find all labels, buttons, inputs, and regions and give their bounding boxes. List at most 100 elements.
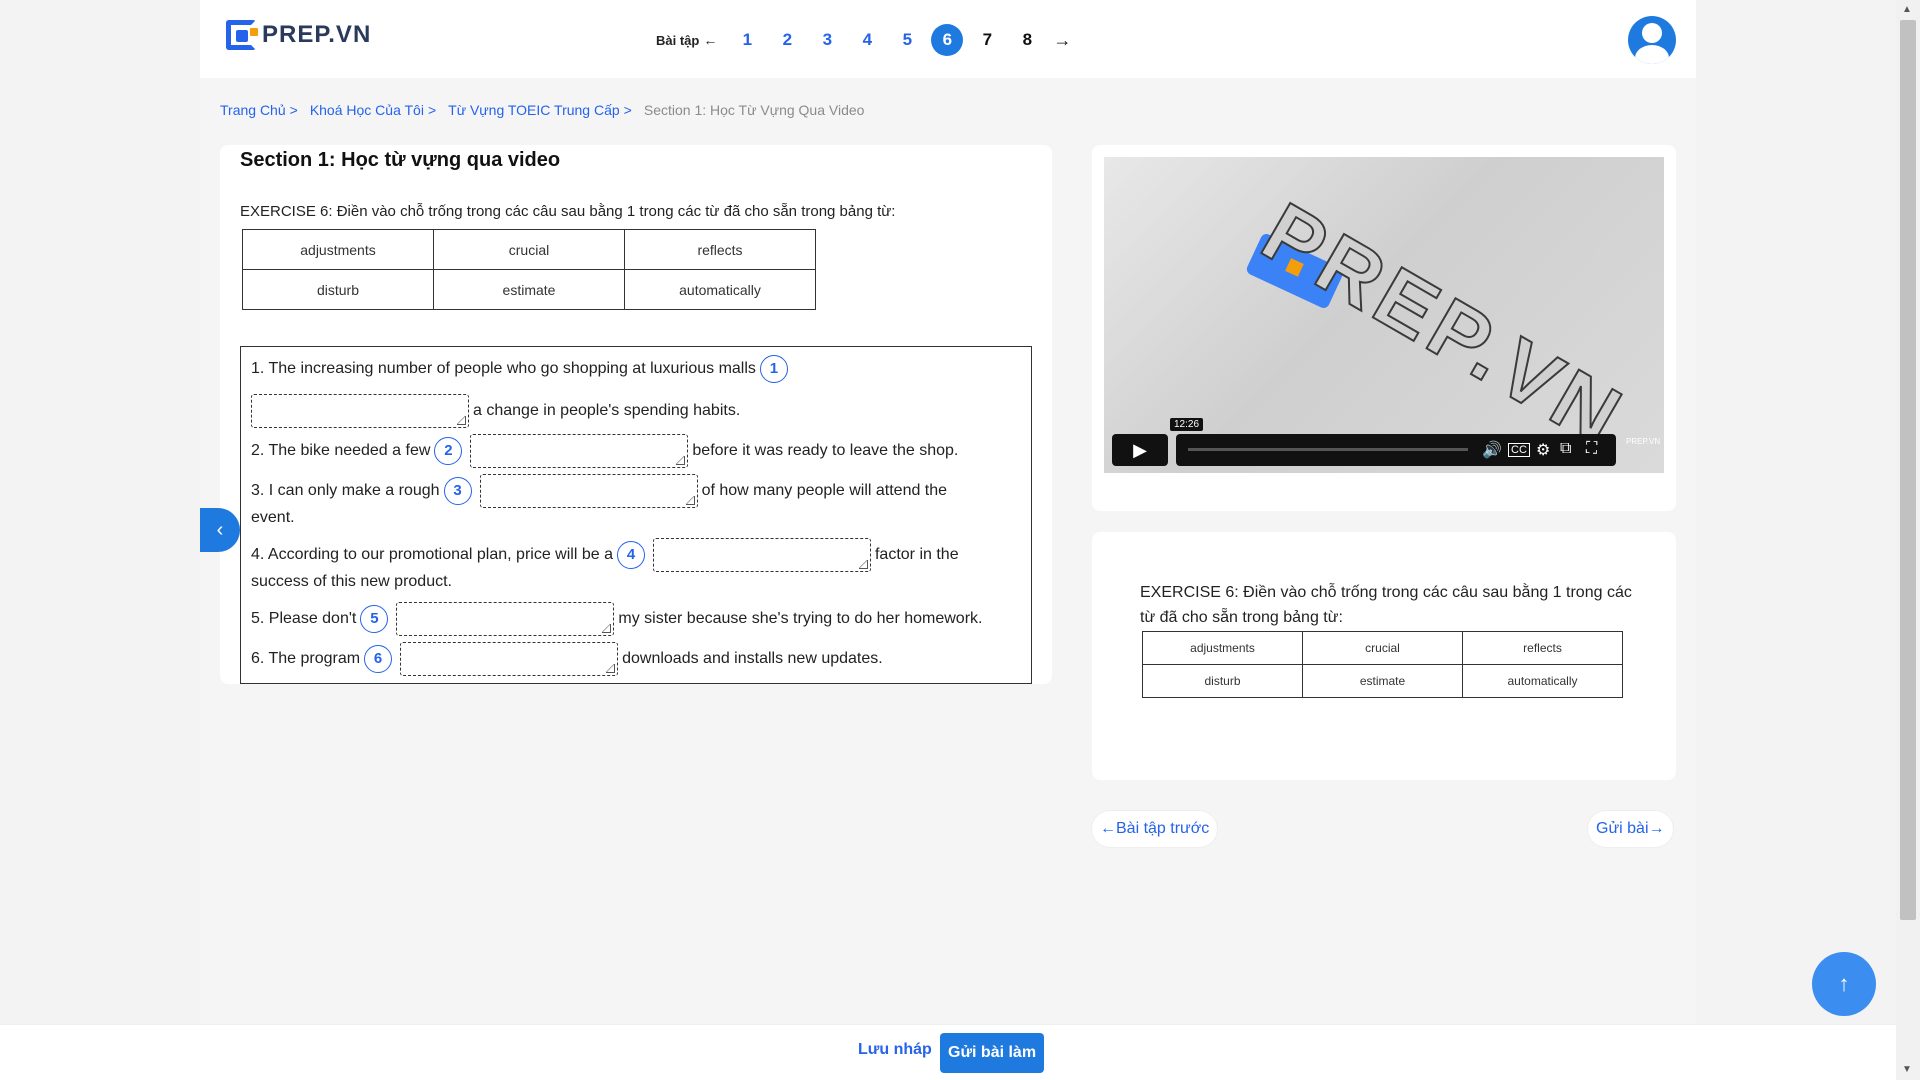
video-card: PREP.VN 12:26 ▶ 🔊 CC ⚙ ⧉ ⛶ PREP.VN (1092, 145, 1676, 511)
exercise-nav-3[interactable]: 3 (811, 24, 843, 56)
answer-blank-3[interactable] (479, 474, 698, 508)
breadcrumb-course[interactable]: Từ Vựng TOEIC Trung Cấp (448, 102, 620, 118)
word-bank-cell: crucial (1302, 631, 1463, 665)
question-text: my sister because she's trying to do her… (618, 610, 983, 627)
exercise-preview-card: EXERCISE 6: Điền vào chỗ trống trong các… (1092, 532, 1676, 780)
exercise-nav-6[interactable]: 6 (931, 24, 964, 56)
question-text: 3. I can only make a rough (251, 482, 440, 499)
logo[interactable]: PREP.VN (226, 20, 371, 50)
question-6: 6. The program 6 downloads and installs … (251, 642, 883, 676)
question-4-cont: success of this new product. (251, 570, 452, 594)
captions-icon[interactable]: CC (1508, 443, 1530, 457)
answer-blank-2[interactable] (470, 434, 689, 468)
exercise-nav: Bài tập ← 1 2 3 4 5 6 7 8 → (656, 24, 1071, 56)
word-bank-cell: crucial (433, 229, 625, 270)
page: PREP.VN Bài tập ← 1 2 3 4 5 6 7 8 → Tran… (200, 0, 1696, 1024)
exercise-instructions: EXERCISE 6: Điền vào chỗ trống trong các… (1140, 584, 1632, 626)
question-text: of how many people will attend the (701, 482, 948, 499)
exercise-nav-next-arrow[interactable]: → (1053, 30, 1071, 51)
word-bank-cell: automatically (1462, 664, 1623, 698)
breadcrumb-my-courses[interactable]: Khoá Học Của Tôi (310, 102, 424, 118)
question-number-badge: 2 (434, 437, 463, 465)
exercise-nav-5[interactable]: 5 (891, 24, 923, 56)
question-text: 6. The program (251, 650, 361, 667)
word-bank-cell: disturb (1142, 664, 1303, 698)
question-number-badge: 4 (616, 541, 645, 569)
logo-icon (226, 20, 258, 50)
scroll-up-icon[interactable]: ▲ (1902, 4, 1912, 15)
settings-gear-icon[interactable]: ⚙ (1536, 440, 1550, 460)
scrollbar-thumb[interactable] (1900, 20, 1916, 920)
question-text: before it was ready to leave the shop. (692, 442, 959, 459)
word-bank-cell: adjustments (1142, 631, 1303, 665)
question-text: 5. Please don't (251, 610, 357, 627)
question-3-cont: event. (251, 506, 295, 530)
question-1-cont: a change in people's spending habits. (251, 394, 740, 428)
save-draft-button[interactable]: Lưu nháp (858, 1041, 932, 1059)
exercise-nav-prev-arrow[interactable]: ← (703, 32, 717, 48)
question-1: 1. The increasing number of people who g… (251, 355, 792, 383)
breadcrumb-separator: > (623, 102, 632, 118)
word-bank-cell: reflects (1462, 631, 1623, 665)
question-text: factor in the (874, 546, 959, 563)
exercise-nav-7[interactable]: 7 (971, 24, 1003, 56)
question-text: 1. The increasing number of people who g… (251, 360, 756, 377)
video-player[interactable]: PREP.VN 12:26 ▶ 🔊 CC ⚙ ⧉ ⛶ PREP.VN (1104, 157, 1664, 473)
word-bank-cell: estimate (433, 269, 625, 310)
answer-blank-1[interactable] (251, 394, 469, 428)
question-number-badge: 5 (360, 605, 389, 633)
questions-box: 1. The increasing number of people who g… (240, 346, 1032, 684)
exercise-nav-2[interactable]: 2 (771, 24, 803, 56)
word-bank-cell: adjustments (242, 229, 434, 270)
previous-exercise-button[interactable]: ←Bài tập trước (1092, 811, 1218, 847)
question-2: 2. The bike needed a few 2 before it was… (251, 434, 958, 468)
question-3: 3. I can only make a rough 3 of how many… (251, 474, 947, 508)
word-bank-cell: reflects (624, 229, 816, 270)
question-number-badge: 3 (443, 477, 472, 505)
exercise-nav-8[interactable]: 8 (1011, 24, 1043, 56)
breadcrumb-current: Section 1: Học Từ Vựng Qua Video (643, 102, 865, 118)
question-text: a change in people's spending habits. (473, 402, 741, 419)
user-avatar-icon[interactable] (1628, 16, 1676, 64)
top-bar: PREP.VN Bài tập ← 1 2 3 4 5 6 7 8 → (200, 0, 1696, 78)
question-text: downloads and installs new updates. (622, 650, 883, 667)
scroll-down-icon[interactable]: ▼ (1902, 1064, 1912, 1075)
word-bank-cell: disturb (242, 269, 434, 310)
fullscreen-icon[interactable]: ⛶ (1586, 440, 1597, 458)
play-icon[interactable]: ▶ (1112, 434, 1168, 466)
exercise-nav-4[interactable]: 4 (851, 24, 883, 56)
exercise-nav-1[interactable]: 1 (731, 24, 763, 56)
volume-icon[interactable]: 🔊 (1482, 440, 1502, 460)
breadcrumb-home[interactable]: Trang Chủ (220, 102, 286, 118)
video-controls: 🔊 CC ⚙ ⧉ ⛶ (1176, 434, 1616, 466)
exercise-card: Section 1: Học từ vựng qua video EXERCIS… (220, 145, 1052, 684)
arrow-up-icon[interactable]: ↑ (1812, 952, 1876, 1016)
question-4: 4. According to our promotional plan, pr… (251, 538, 959, 572)
question-5: 5. Please don't 5 my sister because she'… (251, 602, 982, 636)
exercise-instructions: EXERCISE 6: Điền vào chỗ trống trong các… (240, 203, 896, 220)
video-progress-bar[interactable] (1188, 448, 1468, 451)
page-scrollbar[interactable]: ▲ ▼ (1896, 0, 1920, 1080)
question-number-badge: 6 (364, 645, 393, 673)
breadcrumb-separator: > (427, 102, 437, 118)
pip-icon[interactable]: ⧉ (1560, 440, 1571, 458)
question-text: success of this new product. (251, 573, 452, 590)
bottom-action-bar: Lưu nháp Gửi bài làm (0, 1024, 1896, 1080)
answer-blank-4[interactable] (652, 538, 871, 572)
logo-text: PREP.VN (262, 21, 372, 48)
answer-blank-6[interactable] (400, 642, 619, 676)
section-title: Section 1: Học từ vựng qua video (240, 149, 561, 171)
video-corner-logo: PREP.VN (1626, 437, 1661, 446)
exercise-nav-label: Bài tập (656, 32, 700, 48)
submit-work-button[interactable]: Gửi bài làm (940, 1033, 1045, 1073)
video-time-tooltip: 12:26 (1170, 418, 1204, 431)
question-text: 2. The bike needed a few (251, 442, 431, 459)
breadcrumb-separator: > (289, 102, 298, 118)
word-bank-table: adjustments crucial reflects disturb est… (242, 229, 816, 310)
submit-exercise-button[interactable]: Gửi bài→ (1588, 811, 1673, 847)
video-watermark-text: PREP.VN (1247, 183, 1642, 466)
word-bank-cell: estimate (1302, 664, 1463, 698)
word-bank-cell: automatically (624, 269, 816, 310)
answer-blank-5[interactable] (396, 602, 615, 636)
question-number-badge: 1 (759, 355, 788, 383)
